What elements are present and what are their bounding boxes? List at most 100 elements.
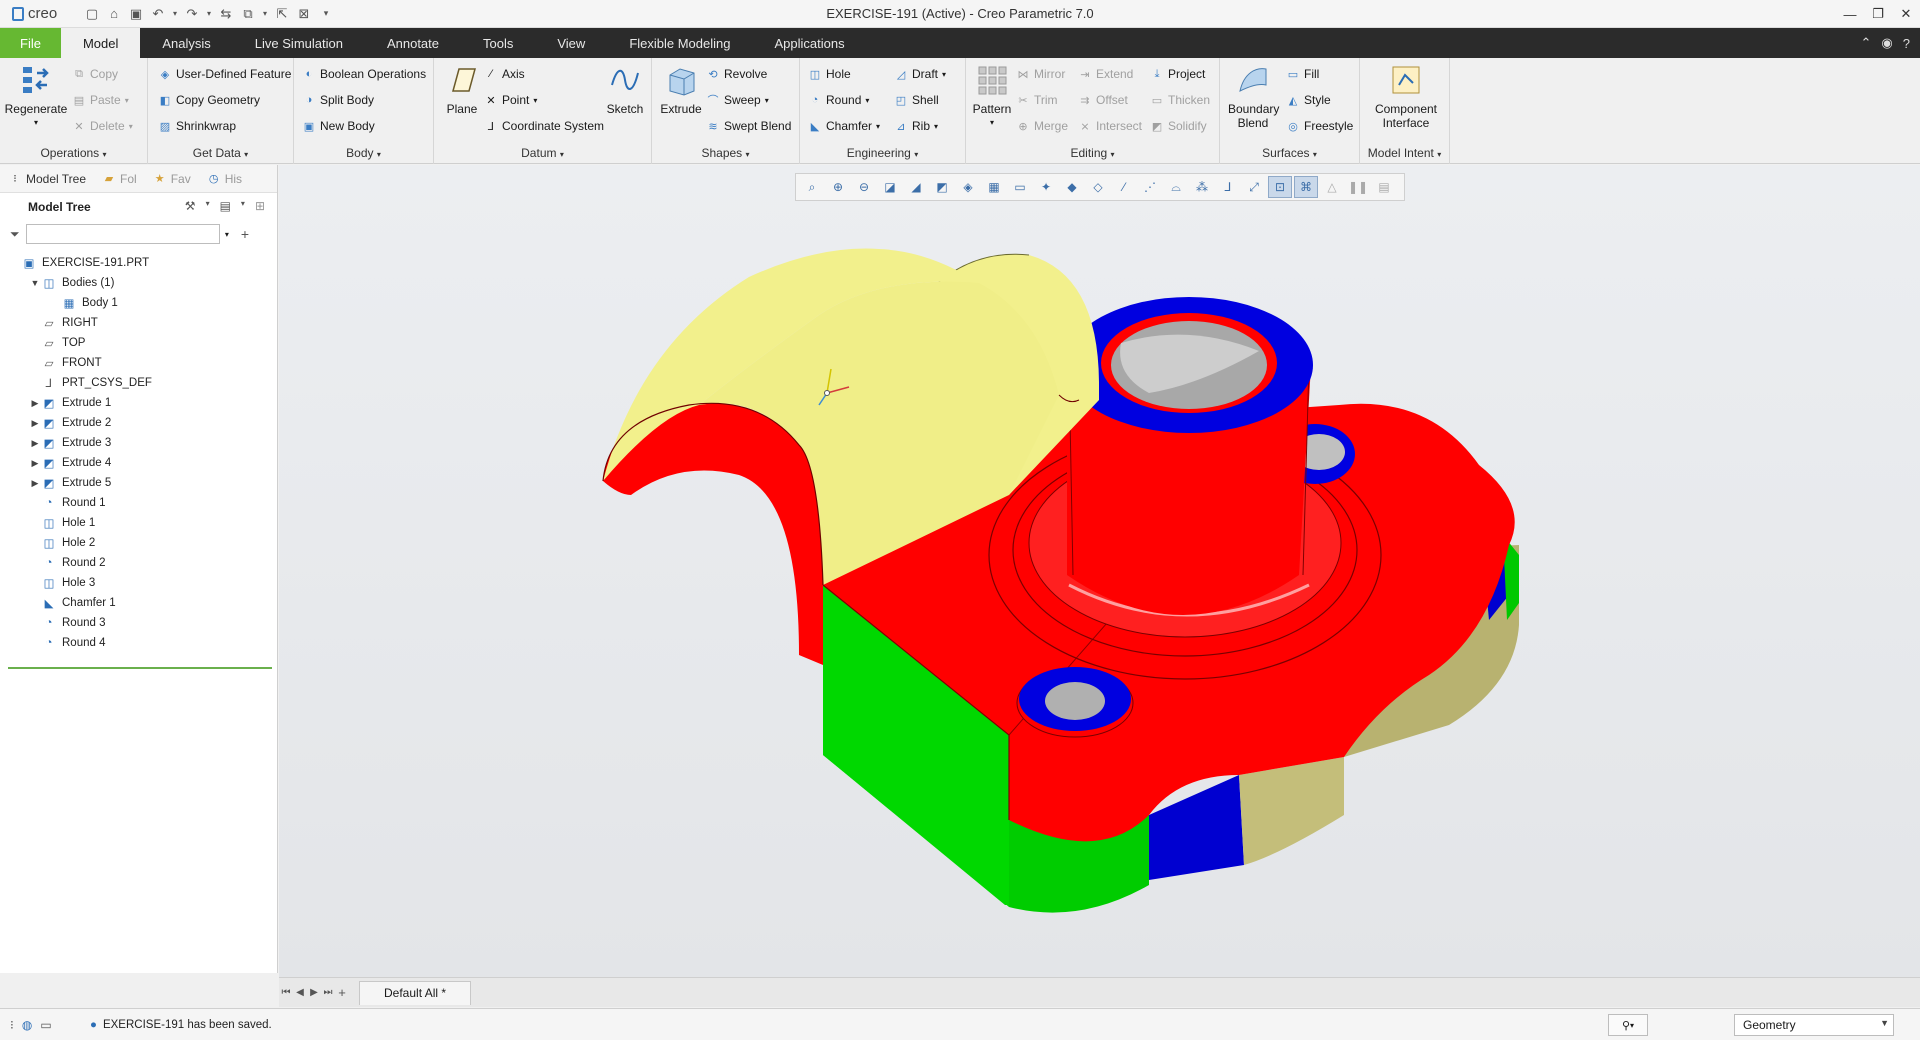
paste-dropdown-icon[interactable]: ▾ [125, 96, 129, 105]
tree-item[interactable]: ◔ Round 1 [0, 493, 277, 513]
filter-icon[interactable]: ⏷ [10, 227, 20, 242]
tree-settings-dropdown-icon[interactable]: ▾ [206, 199, 210, 213]
tree-item[interactable]: ▦ Body 1 [0, 293, 277, 313]
tree-item[interactable]: ▣ EXERCISE-191.PRT [0, 253, 277, 273]
tree-filter-settings-icon[interactable]: ⊞ [255, 199, 265, 213]
freestyle-button[interactable]: ◎ Freestyle [1286, 116, 1353, 136]
copy-button[interactable]: ⧉ Copy [72, 64, 118, 84]
toggle-navigator-icon[interactable]: ⁝ [10, 1018, 14, 1032]
windows-icon[interactable]: ⧉ [238, 4, 258, 24]
shrinkwrap-button[interactable]: ▨ Shrinkwrap [158, 116, 236, 136]
save-icon[interactable]: ▣ [126, 4, 146, 24]
intersect-button[interactable]: ⨯ Intersect [1078, 116, 1142, 136]
sweep-button[interactable]: ⌒ Sweep ▾ [706, 90, 769, 110]
offset-button[interactable]: ⇉ Offset [1078, 90, 1127, 110]
extrude-button[interactable]: Extrude [658, 62, 704, 116]
split-body-button[interactable]: ◑ Split Body [302, 90, 374, 110]
point-dropdown-icon[interactable]: ▾ [533, 96, 537, 105]
style-button[interactable]: ◭ Style [1286, 90, 1331, 110]
tab-annotate[interactable]: Annotate [365, 28, 461, 58]
get-data-group-label[interactable]: Get Data ▾ [148, 146, 293, 160]
tree-item[interactable]: ◔ Round 3 [0, 613, 277, 633]
round-dropdown-icon[interactable]: ▾ [865, 96, 869, 105]
tab-model[interactable]: Model [60, 28, 141, 58]
new-body-button[interactable]: ▣ New Body [302, 116, 375, 136]
tab-analysis[interactable]: Analysis [140, 28, 232, 58]
pattern-button[interactable]: Pattern ▾ [970, 62, 1014, 130]
tree-item[interactable]: ▶ ◩ Extrude 3 [0, 433, 277, 453]
minimize-icon[interactable]: — [1836, 0, 1864, 28]
undo-dropdown-icon[interactable]: ▾ [170, 4, 180, 24]
merge-button[interactable]: ⊕ Merge [1016, 116, 1068, 136]
tab-folder-browser[interactable]: ▰ Fol [94, 165, 145, 193]
expand-toggle-icon[interactable]: ▼ [28, 278, 42, 288]
shell-button[interactable]: ◰ Shell [894, 90, 939, 110]
copy-geometry-button[interactable]: ◧ Copy Geometry [158, 90, 260, 110]
help-icon[interactable]: ? [1903, 36, 1910, 51]
tree-item[interactable]: ▶ ◩ Extrude 4 [0, 453, 277, 473]
editing-group-label[interactable]: Editing ▾ [966, 146, 1219, 160]
first-window-icon[interactable]: ⏮ [279, 987, 293, 998]
tree-item[interactable]: ◫ Hole 1 [0, 513, 277, 533]
shapes-group-label[interactable]: Shapes ▾ [652, 146, 799, 160]
surfaces-group-label[interactable]: Surfaces ▾ [1220, 146, 1359, 160]
last-window-icon[interactable]: ⏭ [321, 987, 335, 998]
boolean-operations-button[interactable]: ◐ Boolean Operations [302, 64, 426, 84]
body-group-label[interactable]: Body ▾ [294, 146, 433, 160]
community-icon[interactable]: ◉ [1881, 35, 1892, 51]
tree-item[interactable]: ▱ FRONT [0, 353, 277, 373]
tab-favorites[interactable]: ★ Fav [145, 165, 199, 193]
switch-windows-icon[interactable]: ⇱ [272, 4, 292, 24]
boundary-blend-button[interactable]: Boundary Blend [1224, 62, 1282, 130]
selection-filter[interactable]: Geometry ▼ [1734, 1014, 1894, 1036]
customize-toolbar-icon[interactable]: ▾ [316, 4, 336, 24]
draft-dropdown-icon[interactable]: ▾ [942, 70, 946, 79]
extend-button[interactable]: ⇥ Extend [1078, 64, 1133, 84]
sketch-button[interactable]: Sketch [604, 62, 646, 116]
model-intent-group-label[interactable]: Model Intent ▾ [1360, 146, 1449, 160]
expand-toggle-icon[interactable]: ▶ [28, 418, 42, 429]
restore-icon[interactable]: ❐ [1864, 0, 1892, 28]
tree-item[interactable]: ▼ ◫ Bodies (1) [0, 273, 277, 293]
operations-group-label[interactable]: Operations ▾ [0, 146, 147, 160]
expand-toggle-icon[interactable]: ▶ [28, 478, 42, 489]
collapse-ribbon-icon[interactable]: ⌃ [1861, 35, 1872, 51]
add-window-icon[interactable]: + [335, 985, 349, 1000]
datum-group-label[interactable]: Datum ▾ [434, 146, 651, 160]
previous-window-icon[interactable]: ◀ [293, 987, 307, 998]
tab-model-tree[interactable]: ⁝ Model Tree [0, 165, 94, 193]
delete-dropdown-icon[interactable]: ▾ [129, 122, 133, 131]
tree-search-input[interactable] [25, 224, 220, 244]
windows-dropdown-icon[interactable]: ▾ [260, 4, 270, 24]
axis-button[interactable]: ⁄ Axis [484, 64, 525, 84]
expand-toggle-icon[interactable]: ▶ [28, 458, 42, 469]
tab-history[interactable]: ◷ His [199, 165, 250, 193]
pattern-dropdown-icon[interactable]: ▾ [990, 116, 994, 130]
delete-button[interactable]: ✕ Delete ▾ [72, 116, 133, 136]
tree-item[interactable]: ▶ ◩ Extrude 1 [0, 393, 277, 413]
tree-item[interactable]: ▱ RIGHT [0, 313, 277, 333]
tree-item[interactable]: ◔ Round 2 [0, 553, 277, 573]
thicken-button[interactable]: ▭ Thicken [1150, 90, 1210, 110]
graphics-window[interactable]: ⌕ ⊕ ⊖ ◪ ◢ ◩ ◈ ▦ ▭ ✦ ◆ ◇ ⁄ ⋰ ⌓ ⁂ ⅃ ⤢ ⊡ ⌘ … [279, 165, 1920, 977]
find-button[interactable]: ⚲ ▾ [1608, 1014, 1648, 1036]
round-button[interactable]: ◔ Round ▾ [808, 90, 870, 110]
tree-item[interactable]: ▶ ◩ Extrude 5 [0, 473, 277, 493]
undo-icon[interactable]: ↶ [148, 4, 168, 24]
show-dropdown-icon[interactable]: ▾ [241, 199, 245, 213]
expand-toggle-icon[interactable]: ▶ [28, 398, 42, 409]
redo-dropdown-icon[interactable]: ▾ [204, 4, 214, 24]
part-model-3d-view[interactable] [279, 165, 1920, 977]
tree-item[interactable]: ⅃ PRT_CSYS_DEF [0, 373, 277, 393]
regenerate-icon[interactable]: ⇆ [216, 4, 236, 24]
tab-view[interactable]: View [535, 28, 607, 58]
mirror-button[interactable]: ⋈ Mirror [1016, 64, 1066, 84]
rib-button[interactable]: ⊿ Rib ▾ [894, 116, 938, 136]
rib-dropdown-icon[interactable]: ▾ [934, 122, 938, 131]
tab-file[interactable]: File [0, 28, 61, 58]
plane-button[interactable]: Plane [442, 62, 482, 116]
expand-toggle-icon[interactable]: ▶ [28, 438, 42, 449]
tab-tools[interactable]: Tools [461, 28, 535, 58]
regenerate-dropdown-icon[interactable]: ▾ [34, 116, 38, 130]
hole-button[interactable]: ◫ Hole [808, 64, 851, 84]
